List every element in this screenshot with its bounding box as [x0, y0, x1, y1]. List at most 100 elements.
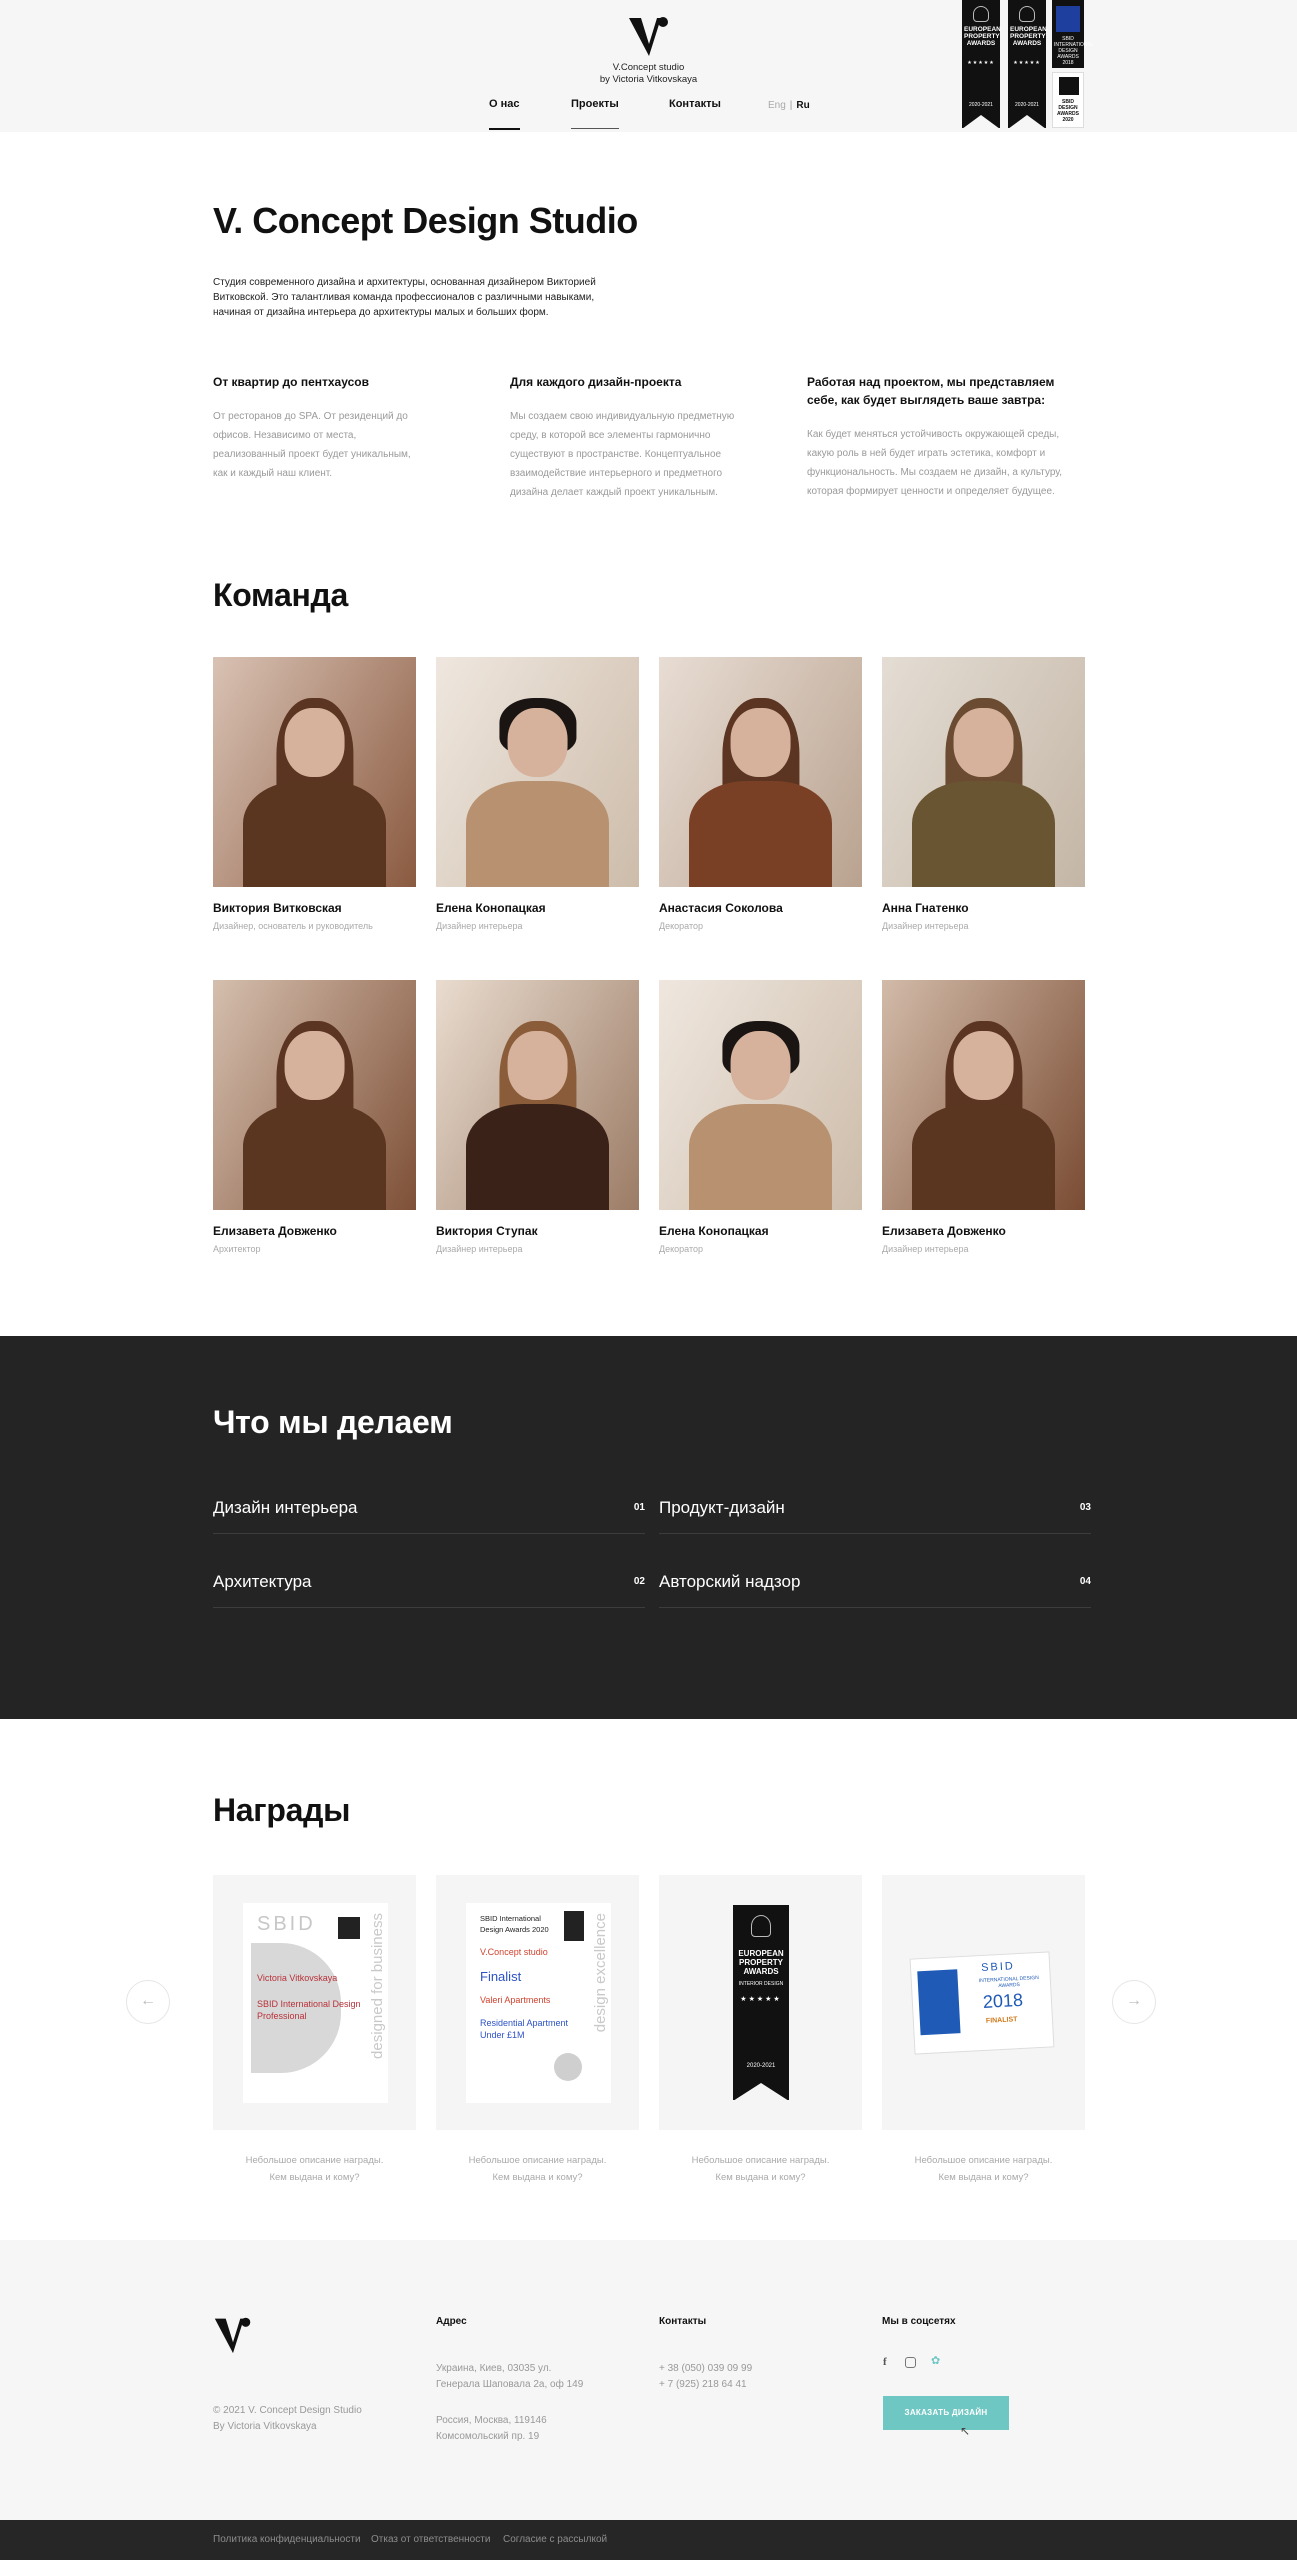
award-ribbon: EUROPEAN PROPERTY AWARDS INTERIOR DESIGN…: [733, 1905, 789, 2101]
feature-column: От квартир до пентхаусов От ресторанов д…: [213, 373, 458, 483]
service-number: 04: [1079, 1576, 1091, 1587]
team-member[interactable]: Елизавета Довженко Архитектор: [213, 980, 416, 1254]
member-name: Елена Конопацкая: [436, 901, 546, 915]
award-description: Небольшое описание награды. Кем выдана и …: [691, 2155, 830, 2183]
feature-title: Для каждого дизайн-проекта: [510, 375, 682, 389]
v-logo-icon[interactable]: [213, 2314, 253, 2356]
disclaimer-link[interactable]: Отказ от ответственности: [371, 2534, 490, 2545]
service-label: Дизайн интерьера: [213, 1498, 358, 1517]
mailing-consent-link[interactable]: Согласие с рассылкой: [503, 2534, 607, 2545]
order-design-button[interactable]: ЗАКАЗАТЬ ДИЗАЙН: [883, 2396, 1009, 2430]
team-member[interactable]: Анастасия Соколова Декоратор: [659, 657, 862, 931]
award-description: Небольшое описание награды. Кем выдана и …: [245, 2155, 384, 2183]
sbid-badge: SBID INTERNATIONAL DESIGN AWARDS 2018: [1052, 0, 1094, 68]
feature-title: От квартир до пентхаусов: [213, 375, 369, 389]
privacy-link[interactable]: Политика конфиденциальности: [213, 2534, 361, 2545]
instagram-icon[interactable]: [905, 2357, 916, 2368]
services-heading: Что мы делаем: [213, 1404, 453, 1440]
feature-column: Для каждого дизайн-проекта Мы создаем св…: [510, 373, 755, 502]
v-logo-icon[interactable]: [627, 14, 671, 58]
member-role: Дизайнер интерьера: [436, 921, 523, 931]
nav-contacts[interactable]: Контакты: [669, 98, 721, 128]
member-photo: [882, 657, 1085, 887]
services-section: Что мы делаем Дизайн интерьера 01 Архите…: [0, 1336, 1297, 1719]
member-role: Архитектор: [213, 1244, 261, 1254]
service-item[interactable]: Авторский надзор 04: [659, 1562, 1091, 1608]
award-ribbon: EUROPEAN PROPERTY AWARDS ★★★★★ 2020-2021: [1008, 0, 1047, 129]
member-role: Декоратор: [659, 921, 703, 931]
member-name: Елизавета Довженко: [213, 1224, 337, 1238]
social-title: Мы в соцсетях: [882, 2316, 956, 2327]
award-card[interactable]: SBID Victoria Vitkovskaya SBID Internati…: [213, 1875, 416, 2186]
feature-text: От ресторанов до SPA. От резиденций до о…: [213, 411, 411, 479]
member-photo: [882, 980, 1085, 1210]
footer-bottom-bar: Политика конфиденциальности Отказ от отв…: [0, 2520, 1297, 2560]
crest-icon: [1019, 6, 1035, 22]
nav-about[interactable]: О нас: [489, 98, 520, 130]
lang-ru[interactable]: Ru: [796, 100, 809, 111]
award-card[interactable]: SBID INTERNATIONAL DESIGN AWARDS 2018 FI…: [882, 1875, 1085, 2186]
member-name: Елена Конопацкая: [659, 1224, 769, 1238]
pinterest-icon[interactable]: ✿: [931, 2354, 940, 2367]
logo-caption: V.Concept studio by Victoria Vitkovskaya: [599, 62, 698, 85]
award-description: Небольшое описание награды. Кем выдана и …: [914, 2155, 1053, 2183]
award-image: SBID Victoria Vitkovskaya SBID Internati…: [213, 1875, 416, 2130]
award-card[interactable]: SBID International Design Awards 2020 V.…: [436, 1875, 639, 2186]
service-item[interactable]: Продукт-дизайн 03: [659, 1488, 1091, 1534]
feature-text: Как будет меняться устойчивость окружающ…: [807, 429, 1063, 497]
service-number: 02: [633, 1576, 645, 1587]
crest-icon: [973, 6, 989, 22]
service-item[interactable]: Дизайн интерьера 01: [213, 1488, 645, 1534]
page-title: V. Concept Design Studio: [213, 200, 638, 241]
team-member[interactable]: Виктория Витковская Дизайнер, основатель…: [213, 657, 416, 931]
sbid-badge-2: SBID DESIGN AWARDS 2020: [1052, 72, 1084, 128]
awards-heading: Награды: [213, 1792, 351, 1828]
arrow-left-icon: ←: [140, 1992, 156, 2009]
nav-projects[interactable]: Проекты: [571, 98, 619, 129]
certificate: SBID INTERNATIONAL DESIGN AWARDS 2018 FI…: [909, 1951, 1055, 2055]
member-role: Декоратор: [659, 1244, 703, 1254]
carousel-next-button[interactable]: →: [1112, 1980, 1156, 2024]
contacts-title: Контакты: [659, 2316, 707, 2327]
social-column: Мы в соцсетях: [882, 2316, 956, 2361]
site-footer: © 2021 V. Concept Design Studio By Victor…: [0, 2240, 1297, 2520]
facebook-icon[interactable]: f: [883, 2356, 887, 2368]
lang-eng[interactable]: Eng: [768, 100, 786, 111]
team-member[interactable]: Елена Конопацкая Дизайнер интерьера: [436, 657, 639, 931]
feature-text: Мы создаем свою индивидуальную предметну…: [510, 411, 735, 498]
cursor-icon: ↖: [960, 2424, 971, 2438]
team-member[interactable]: Елизавета Довженко Дизайнер интерьера: [882, 980, 1085, 1254]
service-number: 01: [633, 1502, 645, 1513]
member-photo: [213, 657, 416, 887]
member-photo: [436, 657, 639, 887]
service-number: 03: [1079, 1502, 1091, 1513]
member-role: Дизайнер интерьера: [882, 1244, 969, 1254]
team-member[interactable]: Елена Конопацкая Декоратор: [659, 980, 862, 1254]
member-role: Дизайнер интерьера: [882, 921, 969, 931]
member-photo: [659, 980, 862, 1210]
carousel-prev-button[interactable]: ←: [126, 1980, 170, 2024]
copyright: © 2021 V. Concept Design Studio By Victor…: [213, 2405, 362, 2432]
language-switcher: Eng | Ru: [768, 100, 810, 111]
main-nav: О нас Проекты Контакты: [0, 98, 1297, 130]
member-name: Анастасия Соколова: [659, 901, 783, 915]
arrow-right-icon: →: [1126, 1992, 1142, 2009]
award-description: Небольшое описание награды. Кем выдана и …: [468, 2155, 607, 2183]
team-member[interactable]: Анна Гнатенко Дизайнер интерьера: [882, 657, 1085, 931]
team-heading: Команда: [213, 577, 349, 613]
member-photo: [213, 980, 416, 1210]
feature-column: Работая над проектом, мы представляем се…: [807, 373, 1072, 501]
member-photo: [659, 657, 862, 887]
site-header: V.Concept studio by Victoria Vitkovskaya…: [0, 0, 1297, 132]
phone-link[interactable]: + 7 (925) 218 64 41: [659, 2377, 752, 2393]
intro-text: Студия современного дизайна и архитектур…: [213, 277, 596, 318]
service-item[interactable]: Архитектура 02: [213, 1562, 645, 1608]
award-card[interactable]: EUROPEAN PROPERTY AWARDS INTERIOR DESIGN…: [659, 1875, 862, 2186]
phone-link[interactable]: + 38 (050) 039 09 99: [659, 2361, 752, 2377]
certificate: SBID Victoria Vitkovskaya SBID Internati…: [243, 1903, 388, 2103]
member-name: Виктория Витковская: [213, 901, 342, 915]
crest-icon: [751, 1915, 771, 1937]
member-name: Анна Гнатенко: [882, 901, 969, 915]
team-member[interactable]: Виктория Ступак Дизайнер интерьера: [436, 980, 639, 1254]
award-image: EUROPEAN PROPERTY AWARDS INTERIOR DESIGN…: [659, 1875, 862, 2130]
